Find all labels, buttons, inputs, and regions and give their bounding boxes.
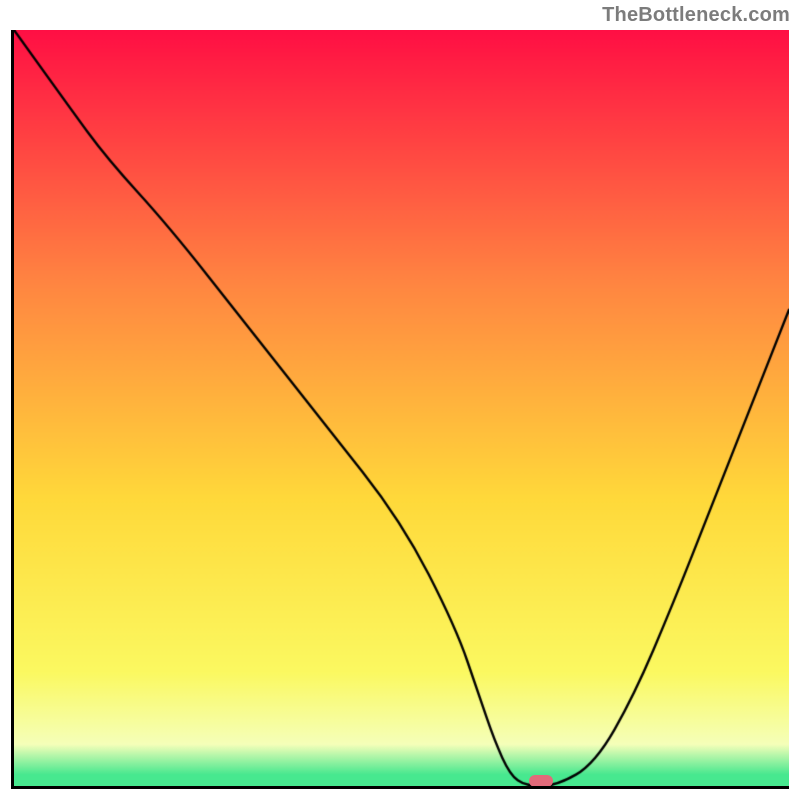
attribution: TheBottleneck.com <box>602 4 790 27</box>
chart-container: TheBottleneck.com <box>0 0 800 800</box>
plot-area <box>11 30 789 789</box>
gradient-background <box>14 30 789 786</box>
